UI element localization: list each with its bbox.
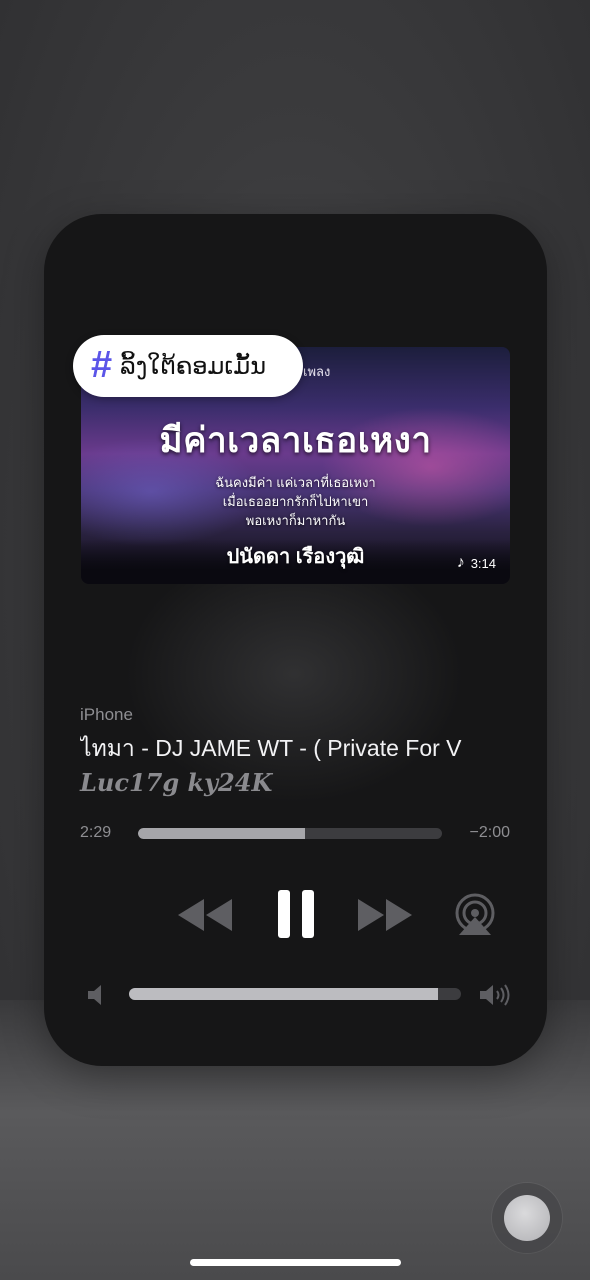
hashtag-icon: # — [91, 344, 113, 386]
artwork-duration-text: 3:14 — [470, 555, 496, 571]
output-device-label: iPhone — [80, 705, 133, 724]
remaining-time: −2:00 — [469, 824, 510, 841]
playback-scrubber[interactable] — [138, 828, 442, 839]
fast-forward-button[interactable] — [356, 895, 414, 935]
playback-progress-fill — [138, 828, 306, 839]
artwork-lyric-line: พอเหงาก็มาหากัน — [245, 513, 346, 528]
assistive-touch-button[interactable] — [492, 1183, 562, 1253]
assistive-touch-icon — [504, 1195, 550, 1241]
artwork-duration: ♪ 3:14 — [457, 554, 496, 572]
speaker-low-icon — [86, 984, 106, 1006]
pause-button[interactable] — [270, 884, 322, 944]
artwork-lyrics: ฉันคงมีค่า แค่เวลาที่เธอเหงา เมื่อเธออยา… — [81, 473, 510, 530]
rewind-icon — [178, 899, 232, 931]
music-note-icon: ♪ — [456, 554, 465, 571]
pause-icon — [278, 890, 314, 938]
speaker-high-icon — [478, 982, 512, 1008]
artwork-artist: ปนัดดา เรืองวุฒิ — [226, 546, 365, 568]
volume-slider[interactable] — [129, 988, 461, 1000]
volume-fill — [129, 988, 438, 1000]
artwork-lyric-line: เมื่อเธออยากรักก็ไปหาเขา — [222, 494, 369, 509]
airplay-button[interactable] — [452, 892, 498, 938]
airplay-icon — [455, 893, 495, 935]
elapsed-time: 2:29 — [80, 824, 112, 841]
home-indicator[interactable] — [190, 1259, 401, 1266]
rewind-button[interactable] — [176, 895, 234, 935]
hashtag-sticker[interactable]: # ລິ້ງໃຕ້ຄອມເມັ້ນ — [73, 335, 303, 397]
fast-forward-icon — [358, 899, 412, 931]
song-title: ไทมา - DJ JAME WT - ( Private For V — [80, 735, 462, 761]
artwork-header-text: เพลง — [303, 364, 331, 379]
artwork-title: มีค่าเวลาเธอเหงา — [159, 421, 432, 460]
artist-name: Luc17g ky24K — [80, 768, 273, 797]
hashtag-text: ລິ້ງໃຕ້ຄອມເມັ້ນ — [120, 352, 267, 380]
artwork-lyric-line: ฉันคงมีค่า แค่เวลาที่เธอเหงา — [215, 475, 376, 490]
